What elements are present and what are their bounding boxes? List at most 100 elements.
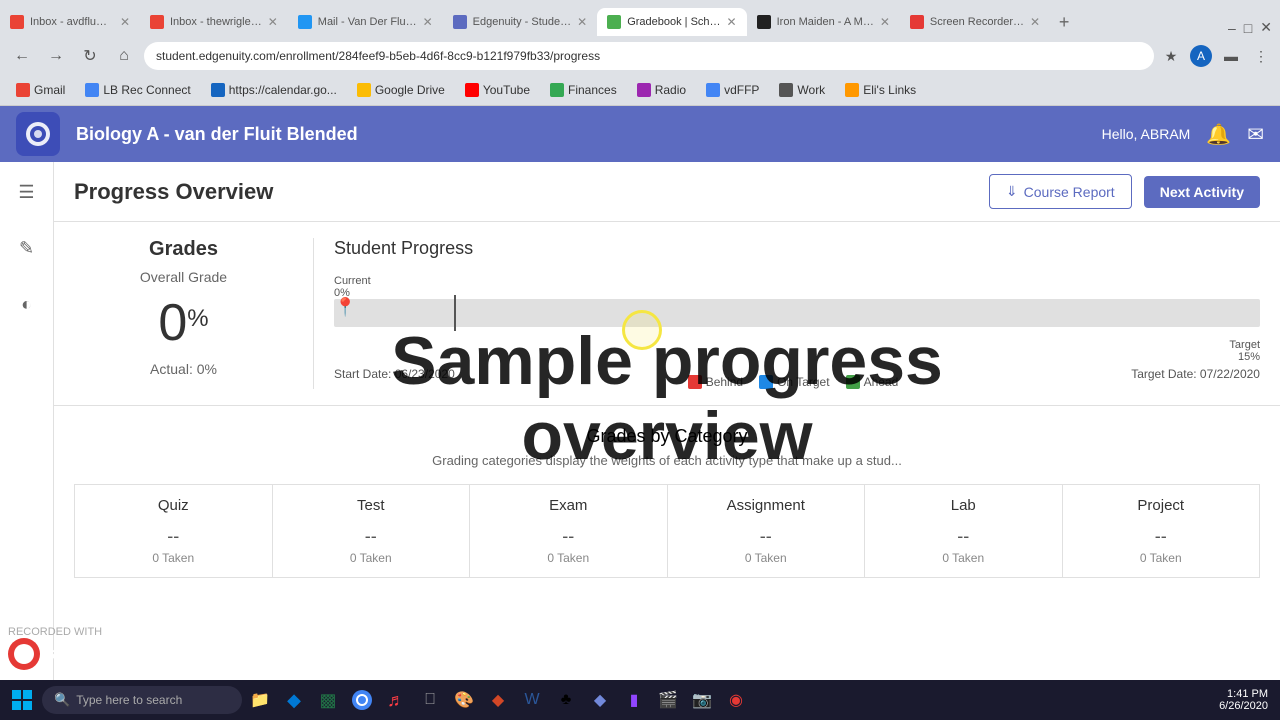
bookmark-star-icon[interactable]: ★	[1160, 45, 1182, 67]
taskbar-chrome[interactable]	[346, 684, 378, 716]
profile-icon[interactable]: A	[1190, 45, 1212, 67]
tab-gradebook[interactable]: Gradebook | Sch… ✕	[597, 8, 746, 36]
bookmark-elis-links[interactable]: Eli's Links	[837, 81, 924, 99]
taskbar-steam[interactable]: ♣	[550, 684, 582, 716]
taskbar-paint[interactable]: 🎨	[448, 684, 480, 716]
tab-edgenuity[interactable]: Edgenuity - Stude… ✕	[443, 8, 598, 36]
grades-by-category-section: Grades by Category Grading categories di…	[54, 406, 1280, 598]
taskbar-edge[interactable]: ◆	[278, 684, 310, 716]
minimize-button[interactable]: –	[1228, 20, 1236, 36]
tab-gradebook-close[interactable]: ✕	[727, 15, 737, 29]
start-date: Start Date: 06/23/2020	[334, 367, 455, 389]
notifications-icon[interactable]: 🔔	[1206, 122, 1231, 147]
ironmaiden-favicon	[757, 15, 771, 29]
taskbar-search-box[interactable]: 🔍 Type here to search	[42, 686, 242, 714]
greeting-text[interactable]: Hello, ABRAM	[1102, 126, 1191, 142]
taskbar-photos[interactable]: 📷	[686, 684, 718, 716]
messages-icon[interactable]: ✉	[1247, 122, 1264, 147]
bookmark-lb-rec[interactable]: LB Rec Connect	[77, 81, 198, 99]
bookmark-vdffp[interactable]: vdFFP	[698, 81, 767, 99]
tab-screenrecorder-close[interactable]: ✕	[1030, 15, 1040, 29]
behind-dot	[688, 375, 702, 389]
tab-gmail1-close[interactable]: ✕	[120, 15, 130, 29]
col-test-value: --	[281, 526, 462, 547]
bookmark-gmail[interactable]: Gmail	[8, 81, 73, 99]
tab-mail-close[interactable]: ✕	[423, 15, 433, 29]
back-button[interactable]: ←	[8, 42, 36, 70]
tab-mail[interactable]: Mail - Van Der Flu… ✕	[288, 8, 443, 36]
tab-gmail2-close[interactable]: ✕	[268, 15, 278, 29]
taskbar-powerpoint[interactable]: ◆	[482, 684, 514, 716]
extensions-icon[interactable]: ▬	[1220, 45, 1242, 67]
taskbar-word[interactable]: W	[516, 684, 548, 716]
youtube-icon	[465, 83, 479, 97]
menu-icon[interactable]: ⋮	[1250, 45, 1272, 67]
download-icon: ⇓	[1006, 183, 1018, 200]
forward-button[interactable]: →	[42, 42, 70, 70]
col-quiz-value: --	[83, 526, 264, 547]
student-progress-title: Student Progress	[334, 238, 1260, 259]
address-bar[interactable]	[144, 42, 1154, 70]
col-project-value: --	[1071, 526, 1252, 547]
course-report-label: Course Report	[1024, 184, 1115, 200]
tab-gmail2-title: Inbox - thewrigle…	[170, 16, 262, 28]
grade-number: 0	[158, 293, 187, 353]
taskbar-twitch[interactable]: ▮	[618, 684, 650, 716]
next-activity-button[interactable]: Next Activity	[1144, 176, 1260, 208]
bookmark-finances[interactable]: Finances	[542, 81, 625, 99]
date-value: 6/26/2020	[1219, 700, 1268, 712]
col-test: Test -- 0 Taken	[273, 485, 471, 577]
mail-favicon	[298, 15, 312, 29]
taskbar-screencast[interactable]: ◉	[720, 684, 752, 716]
col-project-taken: 0 Taken	[1071, 551, 1252, 565]
taskbar-search-icon: 🔍	[54, 692, 70, 708]
bookmark-radio[interactable]: Radio	[629, 81, 694, 99]
new-tab-button[interactable]: +	[1050, 8, 1078, 36]
gmail-bookmark-icon	[16, 83, 30, 97]
taskbar-file-explorer[interactable]: 📁	[244, 684, 276, 716]
bookmark-work[interactable]: Work	[771, 81, 833, 99]
tab-ironmaiden-close[interactable]: ✕	[880, 15, 890, 29]
on-target-dot	[759, 375, 773, 389]
sidebar-menu-icon[interactable]: ☰	[9, 174, 45, 210]
tab-gmail1[interactable]: Inbox - avdflu… ✕	[0, 8, 140, 36]
home-button[interactable]: ⌂	[110, 42, 138, 70]
grades-title: Grades	[74, 238, 293, 261]
elis-links-icon	[845, 83, 859, 97]
tab-edgenuity-close[interactable]: ✕	[577, 15, 587, 29]
taskbar-discord[interactable]: ◆	[584, 684, 616, 716]
tab-gmail2[interactable]: Inbox - thewrigle… ✕	[140, 8, 288, 36]
finances-icon	[550, 83, 564, 97]
course-report-button[interactable]: ⇓ Course Report	[989, 174, 1132, 209]
col-assignment-value: --	[676, 526, 857, 547]
bookmark-youtube[interactable]: YouTube	[457, 81, 538, 99]
sidebar-chart-icon[interactable]: ◐	[9, 286, 45, 322]
maximize-button[interactable]: □	[1244, 20, 1252, 36]
taskbar-media[interactable]: 🎬	[652, 684, 684, 716]
app-header: Biology A - van der Fluit Blended Hello,…	[0, 106, 1280, 162]
col-exam-value: --	[478, 526, 659, 547]
bookmark-calendar[interactable]: https://calendar.go...	[203, 81, 345, 99]
legend-ahead: Ahead	[846, 375, 899, 389]
edgenuity-favicon	[453, 15, 467, 29]
taskbar-itunes[interactable]: ♬	[380, 684, 412, 716]
tab-screenrecorder[interactable]: Screen Recorder… ✕	[900, 8, 1050, 36]
progress-section: Grades Overall Grade 0 % Actual: 0% Stud…	[54, 222, 1280, 406]
refresh-button[interactable]: ↻	[76, 42, 104, 70]
dates-legend-row: Start Date: 06/23/2020 Behind	[334, 367, 1260, 389]
tab-ironmaiden[interactable]: Iron Maiden - A M… ✕	[747, 8, 900, 36]
tab-ironmaiden-title: Iron Maiden - A M…	[777, 16, 874, 28]
actual-grade: Actual: 0%	[74, 361, 293, 377]
taskbar-excel[interactable]: ▩	[312, 684, 344, 716]
col-assignment-taken: 0 Taken	[676, 551, 857, 565]
bookmark-google-drive[interactable]: Google Drive	[349, 81, 453, 99]
tab-screenrecorder-title: Screen Recorder…	[930, 16, 1024, 28]
col-project: Project -- 0 Taken	[1063, 485, 1260, 577]
drive-icon	[357, 83, 371, 97]
sidebar-edit-icon[interactable]: ✎	[9, 230, 45, 266]
tab-gmail1-title: Inbox - avdflu…	[30, 16, 114, 28]
start-button[interactable]	[4, 682, 40, 718]
taskbar-calculator[interactable]: ⎕	[414, 684, 446, 716]
col-quiz-taken: 0 Taken	[83, 551, 264, 565]
close-button[interactable]: ✕	[1260, 19, 1272, 36]
